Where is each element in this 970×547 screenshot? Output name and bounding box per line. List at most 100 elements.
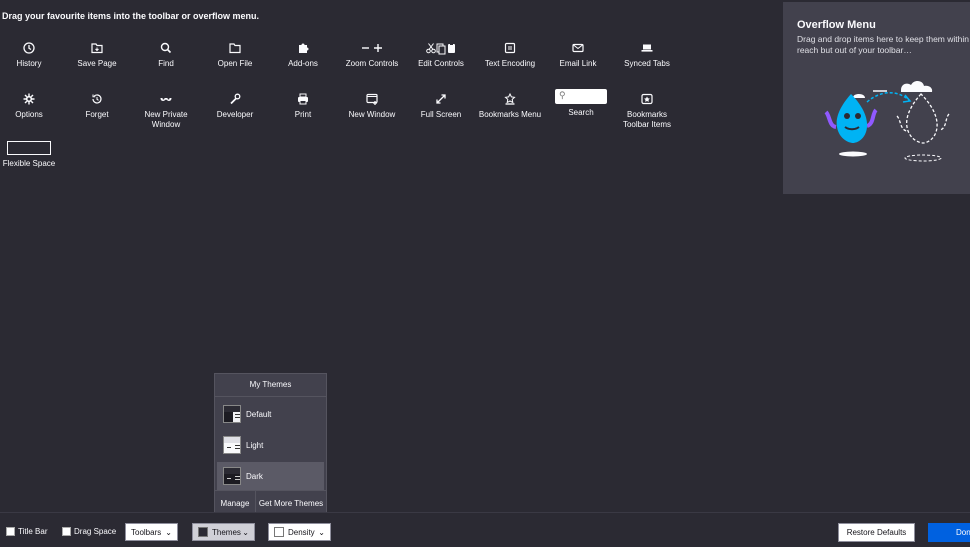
palette-item-label: Edit Controls [418, 59, 464, 68]
themes-popup: My Themes Default Light Dark Manage Get … [214, 373, 327, 516]
theme-swatch-icon [198, 527, 208, 537]
theme-item-label: Default [246, 409, 272, 419]
theme-item-light[interactable]: Light [217, 431, 324, 459]
forget-icon [92, 94, 102, 104]
chevron-down-icon: ⌄ [242, 527, 249, 537]
palette-item-label: New Private Window [144, 110, 188, 129]
palette-item-label: History [16, 59, 42, 68]
palette-item-full-screen[interactable]: Full Screen [407, 92, 475, 120]
customize-palette: History Save Page Find Open File Add-ons… [0, 0, 700, 200]
themes-dropdown[interactable]: Themes ⌄ [192, 523, 255, 541]
theme-item-label: Dark [246, 471, 263, 481]
flexible-space-icon [7, 141, 51, 155]
search-field-icon: ⚲ [555, 89, 607, 104]
palette-item-search[interactable]: ⚲ Search [547, 89, 615, 118]
customize-footer: Title Bar Drag Space Toolbars ⌄ Themes ⌄… [0, 512, 970, 547]
palette-item-bookmarks-menu[interactable]: Bookmarks Menu [476, 92, 544, 120]
edit-icon [426, 43, 455, 55]
palette-item-label: Open File [217, 59, 253, 68]
palette-item-label: Add-ons [288, 59, 318, 68]
palette-item-open-file[interactable]: Open File [201, 41, 269, 69]
density-dropdown[interactable]: Density ⌄ [268, 523, 331, 541]
folder-save-icon [91, 43, 103, 54]
overflow-menu-title: Overflow Menu [797, 19, 876, 31]
dropdown-label: Toolbars [131, 527, 162, 537]
wrench-icon [230, 93, 241, 105]
palette-item-history[interactable]: History [0, 41, 63, 69]
palette-item-options[interactable]: Options [0, 92, 63, 120]
palette-item-add-ons[interactable]: Add-ons [269, 41, 337, 69]
palette-item-label: Developer [216, 110, 254, 119]
palette-item-forget[interactable]: Forget [63, 92, 131, 120]
palette-item-label: Text Encoding [484, 59, 536, 68]
divider [215, 396, 326, 397]
search-icon [160, 42, 172, 54]
palette-item-new-private-window[interactable]: New Private Window [132, 92, 200, 130]
palette-item-synced-tabs[interactable]: Synced Tabs [613, 41, 681, 69]
density-icon [274, 527, 284, 537]
theme-item-label: Light [246, 440, 264, 450]
palette-item-flexible-space[interactable]: Flexible Space [0, 141, 63, 169]
theme-thumbnail [223, 436, 241, 454]
folder-icon [229, 43, 241, 54]
theme-thumbnail [223, 405, 241, 423]
palette-item-label: New Window [348, 110, 396, 119]
puzzle-icon [299, 43, 309, 53]
chevron-down-icon: ⌄ [318, 527, 325, 537]
palette-item-zoom-controls[interactable]: Zoom Controls [338, 41, 406, 69]
gear-icon [23, 93, 35, 105]
palette-item-label: Zoom Controls [345, 59, 399, 68]
chevron-down-icon: ⌄ [165, 527, 172, 537]
palette-item-label: Options [15, 110, 43, 119]
palette-item-email-link[interactable]: Email Link [544, 41, 612, 69]
palette-item-label: Flexible Space [2, 159, 56, 168]
overflow-menu-panel[interactable]: Overflow Menu Drag and drop items here t… [783, 2, 970, 194]
palette-item-label: Bookmarks Menu [478, 110, 542, 119]
bookmarks-menu-icon [504, 92, 516, 105]
overflow-menu-description: Drag and drop items here to keep them wi… [797, 34, 969, 55]
search-icon: ⚲ [559, 90, 566, 100]
clock-icon [23, 42, 35, 54]
palette-item-new-window[interactable]: New Window [338, 92, 406, 120]
palette-item-bookmarks-toolbar-items[interactable]: Bookmarks Toolbar Items [613, 92, 681, 130]
checkbox-label: Title Bar [18, 527, 48, 536]
palette-item-text-encoding[interactable]: Text Encoding [476, 41, 544, 69]
palette-item-label: Print [294, 110, 312, 119]
palette-item-print[interactable]: Print [269, 92, 337, 120]
dropdown-label: Density [288, 527, 315, 537]
fullscreen-icon [436, 94, 446, 104]
palette-item-edit-controls[interactable]: Edit Controls [407, 41, 475, 69]
checkbox-icon[interactable] [62, 527, 71, 536]
checkbox-icon[interactable] [6, 527, 15, 536]
overflow-illustration-icon [824, 80, 950, 162]
palette-item-label: Find [158, 59, 174, 68]
palette-item-save-page[interactable]: Save Page [63, 41, 131, 69]
dropdown-label: Themes [212, 527, 241, 537]
themes-popup-title: My Themes [249, 380, 292, 389]
theme-item-dark[interactable]: Dark [217, 462, 324, 490]
new-window-icon [366, 93, 378, 105]
mask-icon [160, 97, 172, 101]
synced-tabs-icon [641, 44, 653, 52]
restore-defaults-button[interactable]: Restore Defaults [838, 523, 915, 542]
drag-space-checkbox[interactable]: Drag Space [62, 527, 116, 536]
title-bar-checkbox[interactable]: Title Bar [6, 527, 48, 536]
palette-item-developer[interactable]: Developer [201, 92, 269, 120]
bookmarks-toolbar-icon [641, 93, 653, 105]
zoom-icon [362, 44, 382, 52]
mail-icon [572, 43, 584, 53]
done-button[interactable]: Done [928, 523, 970, 542]
palette-item-label: Forget [85, 110, 109, 119]
palette-item-label: Synced Tabs [624, 59, 670, 68]
toolbars-dropdown[interactable]: Toolbars ⌄ [125, 523, 178, 541]
palette-item-label: Bookmarks Toolbar Items [622, 110, 672, 129]
printer-icon [298, 93, 308, 105]
palette-item-label: Search [568, 108, 594, 117]
checkbox-label: Drag Space [74, 527, 117, 536]
palette-item-find[interactable]: Find [132, 41, 200, 69]
palette-item-label: Save Page [77, 59, 117, 68]
theme-item-default[interactable]: Default [217, 400, 324, 428]
text-encoding-icon [504, 42, 516, 54]
palette-item-label: Email Link [559, 59, 597, 68]
theme-thumbnail [223, 467, 241, 485]
